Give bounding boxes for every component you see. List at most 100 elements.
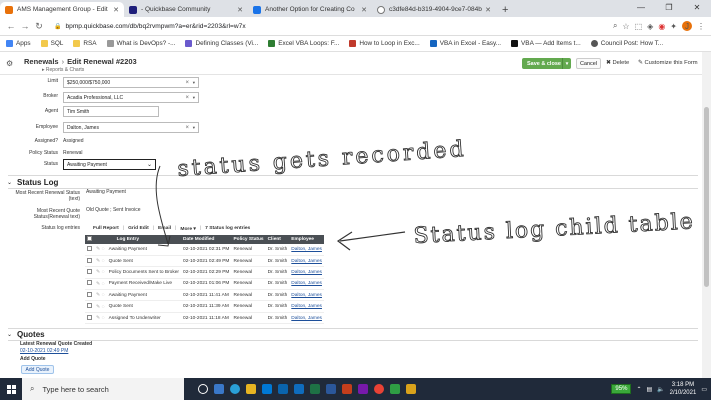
chrome-icon[interactable]	[374, 384, 384, 394]
edit-pencil-icon[interactable]: ✎	[96, 258, 100, 264]
outlook-icon[interactable]	[294, 384, 304, 394]
customize-form-link[interactable]: ✎ Customize this Form	[638, 60, 698, 66]
extension-icon[interactable]: ◈	[647, 22, 653, 31]
browser-tab-another-option[interactable]: Another Option for Creating Co ✕	[248, 2, 372, 17]
edit-pencil-icon[interactable]: ✎	[96, 281, 100, 287]
bookmark-vba-add[interactable]: VBA — Add Items t...	[511, 40, 581, 47]
column-header-policy-status[interactable]: Policy Status	[231, 235, 266, 244]
chevron-up-icon[interactable]: ⌃	[636, 386, 641, 393]
reports-charts-link[interactable]: ▸ Reports & Charts	[42, 67, 84, 73]
view-eye-icon[interactable]: ◌	[102, 315, 105, 321]
table-row[interactable]: ✎ ◌ Policy Documents Sent to Broker 02-1…	[85, 266, 324, 279]
checkbox[interactable]	[87, 236, 92, 241]
restore-icon[interactable]: ❐	[655, 0, 683, 15]
browser-tab-community[interactable]: - Quickbase Community ✕	[124, 2, 248, 17]
task-view-icon[interactable]	[198, 384, 208, 394]
table-row[interactable]: ✎ ◌ Awaiting Payment 02-10-2021 11:41 AM…	[85, 289, 324, 302]
notifications-icon[interactable]: ▭	[701, 386, 707, 393]
edit-pencil-icon[interactable]: ✎	[96, 315, 100, 321]
column-header-client[interactable]: Client	[265, 235, 290, 244]
bookmark-devops[interactable]: What is DevOps? -...	[106, 40, 175, 47]
windows-start-button[interactable]	[0, 378, 22, 400]
edit-pencil-icon[interactable]: ✎	[96, 269, 100, 275]
table-row[interactable]: ✎ ◌ Quote Sent 02-10-2021 11:39 AM Renew…	[85, 300, 324, 313]
chevron-down-icon[interactable]: ⌄	[7, 331, 12, 338]
limit-field[interactable]: $250,000/$750,000 × ▾	[63, 77, 199, 88]
row-checkbox-cell[interactable]	[85, 255, 94, 268]
close-window-icon[interactable]: ✕	[683, 0, 711, 15]
close-tab-icon[interactable]: ✕	[113, 6, 119, 14]
chevron-down-icon[interactable]: ▾	[193, 80, 195, 86]
browser-tab-ams[interactable]: AMS Management Group - Edit ✕	[0, 2, 124, 17]
clear-icon[interactable]: ×	[185, 80, 189, 86]
bookmark-classes[interactable]: Defining Classes (Vi...	[185, 40, 258, 47]
close-tab-icon[interactable]: ✕	[237, 6, 243, 14]
page-scrollbar[interactable]	[702, 52, 711, 378]
file-explorer-icon[interactable]	[246, 384, 256, 394]
taskbar-search-box[interactable]: ⌕ Type here to search	[22, 378, 184, 400]
employee-link[interactable]: Dalton, James	[289, 266, 324, 279]
explorer-icon[interactable]	[214, 384, 224, 394]
view-eye-icon[interactable]: ◌	[102, 281, 105, 287]
column-header-log-entry[interactable]: Log Entry	[106, 235, 182, 244]
reload-icon[interactable]: ↻	[32, 21, 46, 32]
status-select[interactable]: Awaiting Payment ⌄	[63, 159, 156, 170]
column-header-date-modified[interactable]: Date Modified	[181, 235, 232, 244]
chevron-down-icon[interactable]: ▾	[562, 58, 571, 69]
color-extension-icon[interactable]: ◉	[658, 22, 665, 31]
cancel-button[interactable]: Cancel	[576, 58, 601, 69]
network-icon[interactable]: ▤	[646, 386, 652, 393]
checkbox[interactable]	[87, 268, 92, 274]
profile-avatar[interactable]: J	[682, 21, 692, 31]
gear-icon[interactable]: ⚙	[6, 59, 13, 68]
delete-link[interactable]: ✖ Delete	[606, 60, 629, 66]
breadcrumb-root[interactable]: Renewals	[24, 57, 59, 66]
employee-field[interactable]: Dalton, James × ▾	[63, 122, 199, 133]
clear-icon[interactable]: ×	[185, 125, 189, 131]
bookmark-council[interactable]: Council Post: How T...	[590, 40, 663, 47]
checkbox[interactable]	[87, 314, 92, 320]
forward-icon[interactable]: →	[18, 21, 32, 31]
edit-pencil-icon[interactable]: ✎	[96, 304, 100, 310]
bookmark-sql[interactable]: SQL	[40, 40, 63, 47]
broker-field[interactable]: Acadia Professional, LLC × ▾	[63, 92, 199, 103]
employee-link[interactable]: Dalton, James	[289, 289, 324, 302]
battery-indicator[interactable]: 95%	[611, 384, 632, 394]
table-row[interactable]: ✎ ◌ Payment Received/Make Live 02-10-202…	[85, 278, 324, 291]
bookmark-rsa[interactable]: RSA	[73, 40, 97, 47]
extensions-puzzle-icon[interactable]: ✦	[670, 22, 677, 31]
grid-edit-link[interactable]: Grid Edit	[128, 226, 149, 232]
view-eye-icon[interactable]: ◌	[102, 292, 105, 298]
quotes-section-header[interactable]: ⌄ Quotes	[0, 329, 702, 340]
view-eye-icon[interactable]: ◌	[102, 258, 105, 264]
store-icon[interactable]	[262, 384, 272, 394]
bookmark-loop-excel[interactable]: How to Loop in Exc...	[349, 40, 420, 47]
scrollbar-thumb[interactable]	[704, 107, 709, 287]
extension-icon[interactable]: ⬚	[635, 22, 643, 31]
employee-link[interactable]: Dalton, James	[289, 255, 324, 268]
employee-link[interactable]: Dalton, James	[289, 312, 324, 325]
edge-icon[interactable]	[230, 384, 240, 394]
table-row[interactable]: ✎ ◌ Assigned To Underwriter 02-10-2021 1…	[85, 312, 324, 325]
bookmark-apps[interactable]: Apps	[6, 40, 31, 47]
back-icon[interactable]: ←	[4, 21, 18, 31]
zoom-search-icon[interactable]: ⌕	[613, 21, 617, 31]
new-tab-button[interactable]: +	[502, 4, 508, 16]
chevron-down-icon[interactable]: ▾	[193, 95, 195, 101]
column-header-employee[interactable]: Employee	[289, 235, 324, 244]
full-report-link[interactable]: Full Report	[93, 226, 119, 232]
bookmark-star-icon[interactable]: ☆	[622, 22, 629, 31]
powerpoint-icon[interactable]	[342, 384, 352, 394]
row-checkbox-cell[interactable]	[85, 300, 94, 313]
save-close-button[interactable]: Save & close ▾	[522, 58, 571, 69]
latest-quote-link[interactable]: 02-10-2021 02:49 PM	[20, 348, 68, 354]
view-eye-icon[interactable]: ◌	[102, 246, 105, 252]
checkbox[interactable]	[87, 257, 92, 263]
table-row[interactable]: ✎ ◌ Awaiting Payment 02-10-2021 02:31 PM…	[85, 244, 324, 256]
checkbox[interactable]	[87, 280, 92, 286]
chevron-down-icon[interactable]: ⌄	[7, 179, 12, 186]
checkbox[interactable]	[87, 291, 92, 297]
minimize-icon[interactable]: —	[627, 0, 655, 15]
word-icon[interactable]	[326, 384, 336, 394]
employee-link[interactable]: Dalton, James	[289, 300, 324, 313]
